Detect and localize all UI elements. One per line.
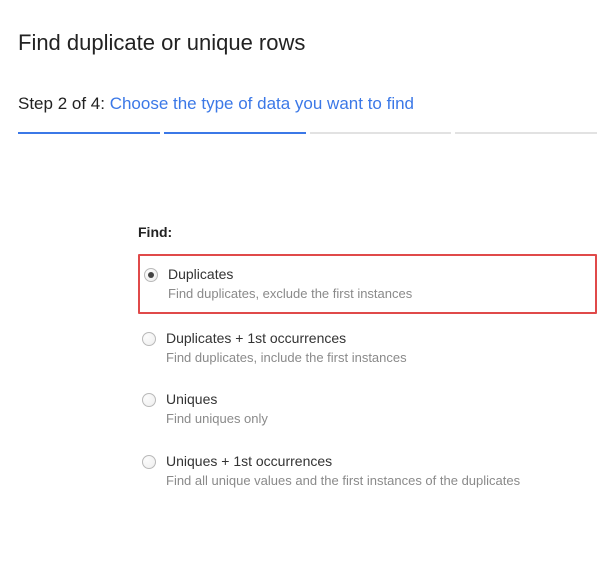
radio-icon xyxy=(142,393,156,407)
radio-icon xyxy=(142,332,156,346)
progress-segment-3 xyxy=(310,132,452,134)
progress-segment-2 xyxy=(164,132,306,134)
option-desc: Find all unique values and the first ins… xyxy=(166,473,520,489)
option-desc: Find uniques only xyxy=(166,411,268,427)
radio-icon xyxy=(144,268,158,282)
option-title: Duplicates + 1st occurrences xyxy=(166,330,407,346)
progress-segment-4 xyxy=(455,132,597,134)
step-line: Step 2 of 4: Choose the type of data you… xyxy=(18,94,597,114)
option-title: Duplicates xyxy=(168,266,412,282)
option-desc: Find duplicates, exclude the first insta… xyxy=(168,286,412,302)
progress-bar xyxy=(18,132,597,134)
option-title: Uniques + 1st occurrences xyxy=(166,453,520,469)
step-prefix: Step 2 of 4: xyxy=(18,94,110,113)
find-label: Find: xyxy=(138,224,597,240)
radio-option-uniques-1st[interactable]: Uniques + 1st occurrences Find all uniqu… xyxy=(138,443,597,499)
option-title: Uniques xyxy=(166,391,268,407)
radio-icon xyxy=(142,455,156,469)
progress-segment-1 xyxy=(18,132,160,134)
radio-option-duplicates[interactable]: Duplicates Find duplicates, exclude the … xyxy=(138,254,597,314)
step-description-link[interactable]: Choose the type of data you want to find xyxy=(110,94,414,113)
page-title: Find duplicate or unique rows xyxy=(18,30,597,56)
radio-option-duplicates-1st[interactable]: Duplicates + 1st occurrences Find duplic… xyxy=(138,320,597,376)
option-desc: Find duplicates, include the first insta… xyxy=(166,350,407,366)
radio-option-uniques[interactable]: Uniques Find uniques only xyxy=(138,381,597,437)
